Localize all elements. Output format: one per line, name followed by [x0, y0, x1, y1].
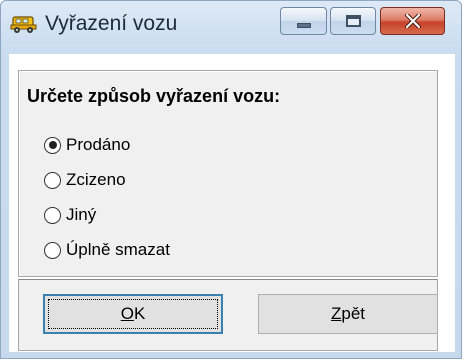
back-button[interactable]: Zpět	[258, 294, 438, 334]
maximize-icon	[345, 15, 361, 27]
radio-prodano[interactable]: Prodáno	[44, 133, 130, 157]
minimize-button[interactable]	[280, 7, 327, 35]
radio-label-zcizeno[interactable]: Zcizeno	[66, 170, 126, 190]
radio-jiny[interactable]: Jiný	[44, 203, 96, 227]
ok-button[interactable]: OK	[43, 294, 223, 334]
radio-uplne-smazat[interactable]: Úplně smazat	[44, 238, 170, 262]
prompt-label: Určete způsob vyřazení vozu:	[27, 86, 281, 106]
focus-rectangle	[48, 299, 218, 329]
options-group: Určete způsob vyřazení vozu: Prodáno Zci…	[18, 70, 438, 277]
minimize-icon	[296, 22, 311, 28]
close-button[interactable]	[380, 7, 445, 35]
radio-selected-dot	[48, 141, 57, 149]
close-icon	[404, 14, 421, 28]
radio-label-uplne-smazat[interactable]: Úplně smazat	[66, 240, 170, 260]
window-title: Vyřazení vozu	[45, 12, 178, 35]
back-mnemonic: Z	[330, 304, 342, 323]
back-label: Zpět	[331, 304, 365, 324]
radio-circle[interactable]	[44, 206, 61, 224]
radio-circle[interactable]	[44, 171, 61, 189]
yellow-car-icon	[10, 16, 37, 33]
back-label-rest: pět	[341, 304, 366, 323]
radio-circle[interactable]	[44, 136, 61, 154]
radio-zcizeno[interactable]: Zcizeno	[44, 168, 126, 192]
radio-circle[interactable]	[44, 241, 61, 259]
radio-label-prodano[interactable]: Prodáno	[66, 135, 130, 155]
maximize-button[interactable]	[330, 7, 376, 35]
dialog-window: Vyřazení vozu Určete způsob vyřazení voz…	[0, 0, 462, 359]
radio-label-jiny[interactable]: Jiný	[66, 205, 96, 225]
client-area: Určete způsob vyřazení vozu: Prodáno Zci…	[9, 54, 455, 352]
title-bar[interactable]: Vyřazení vozu	[1, 1, 461, 47]
